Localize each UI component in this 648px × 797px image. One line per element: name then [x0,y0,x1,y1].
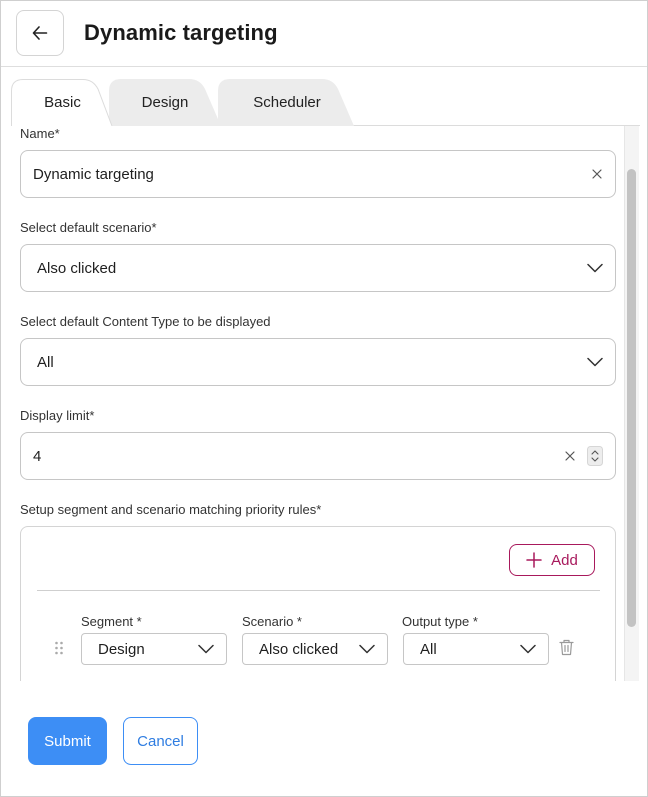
display-limit-value: 4 [33,447,42,465]
default-scenario-label: Select default scenario* [20,220,157,235]
chevron-down-icon [198,644,214,654]
scenario-select[interactable]: Also clicked [242,633,388,665]
name-label: Name* [20,126,60,141]
trash-icon[interactable] [559,639,574,656]
rules-divider [37,590,600,591]
display-limit-label: Display limit* [20,408,95,423]
segment-value: Design [98,640,145,658]
dialog-frame: Dynamic targeting Basic Design Scheduler… [0,0,648,797]
rules-panel: Add Segment * Scenario * Output type * D… [20,526,616,681]
tab-design[interactable]: Design [109,79,221,126]
scrollbar-thumb[interactable] [627,169,636,627]
display-limit-input[interactable]: 4 [20,432,616,480]
tab-basic-label: Basic [44,94,81,111]
clear-icon[interactable] [592,169,602,179]
page-header: Dynamic targeting [1,1,647,67]
tab-design-label: Design [141,94,189,111]
output-type-select[interactable]: All [403,633,549,665]
arrow-left-icon [32,26,48,40]
plus-icon [526,552,542,568]
number-stepper-icon[interactable] [587,446,603,466]
content-type-label: Select default Content Type to be displa… [20,314,271,329]
scenario-column-label: Scenario * [242,614,302,629]
input-controls [565,446,603,466]
add-label: Add [551,551,578,569]
cancel-button[interactable]: Cancel [123,717,198,765]
segment-select[interactable]: Design [81,633,227,665]
rules-label: Setup segment and scenario matching prio… [20,502,322,517]
default-scenario-value: Also clicked [37,259,117,277]
clear-icon[interactable] [565,451,575,461]
content-type-value: All [37,353,54,371]
submit-button[interactable]: Submit [28,717,107,765]
form-content: Name* Dynamic targeting Select default s… [1,126,625,681]
back-button[interactable] [16,10,64,56]
name-value: Dynamic targeting [33,165,154,183]
page-title: Dynamic targeting [84,20,278,45]
output-column-label: Output type * [402,614,478,629]
tab-scheduler[interactable]: Scheduler [218,79,356,126]
chevron-down-icon [587,357,603,367]
add-rule-button[interactable]: Add [509,544,595,576]
segment-column-label: Segment * [81,614,142,629]
tab-scheduler-label: Scheduler [253,94,321,111]
scenario-value: Also clicked [259,640,339,658]
content-type-select[interactable]: All [20,338,616,386]
drag-handle-icon[interactable] [54,641,64,655]
name-input[interactable]: Dynamic targeting [20,150,616,198]
default-scenario-select[interactable]: Also clicked [20,244,616,292]
output-type-value: All [420,640,437,658]
tab-bar: Basic Design Scheduler [1,67,647,126]
chevron-down-icon [520,644,536,654]
chevron-down-icon [587,263,603,273]
tab-basic[interactable]: Basic [11,79,114,126]
chevron-down-icon [359,644,375,654]
